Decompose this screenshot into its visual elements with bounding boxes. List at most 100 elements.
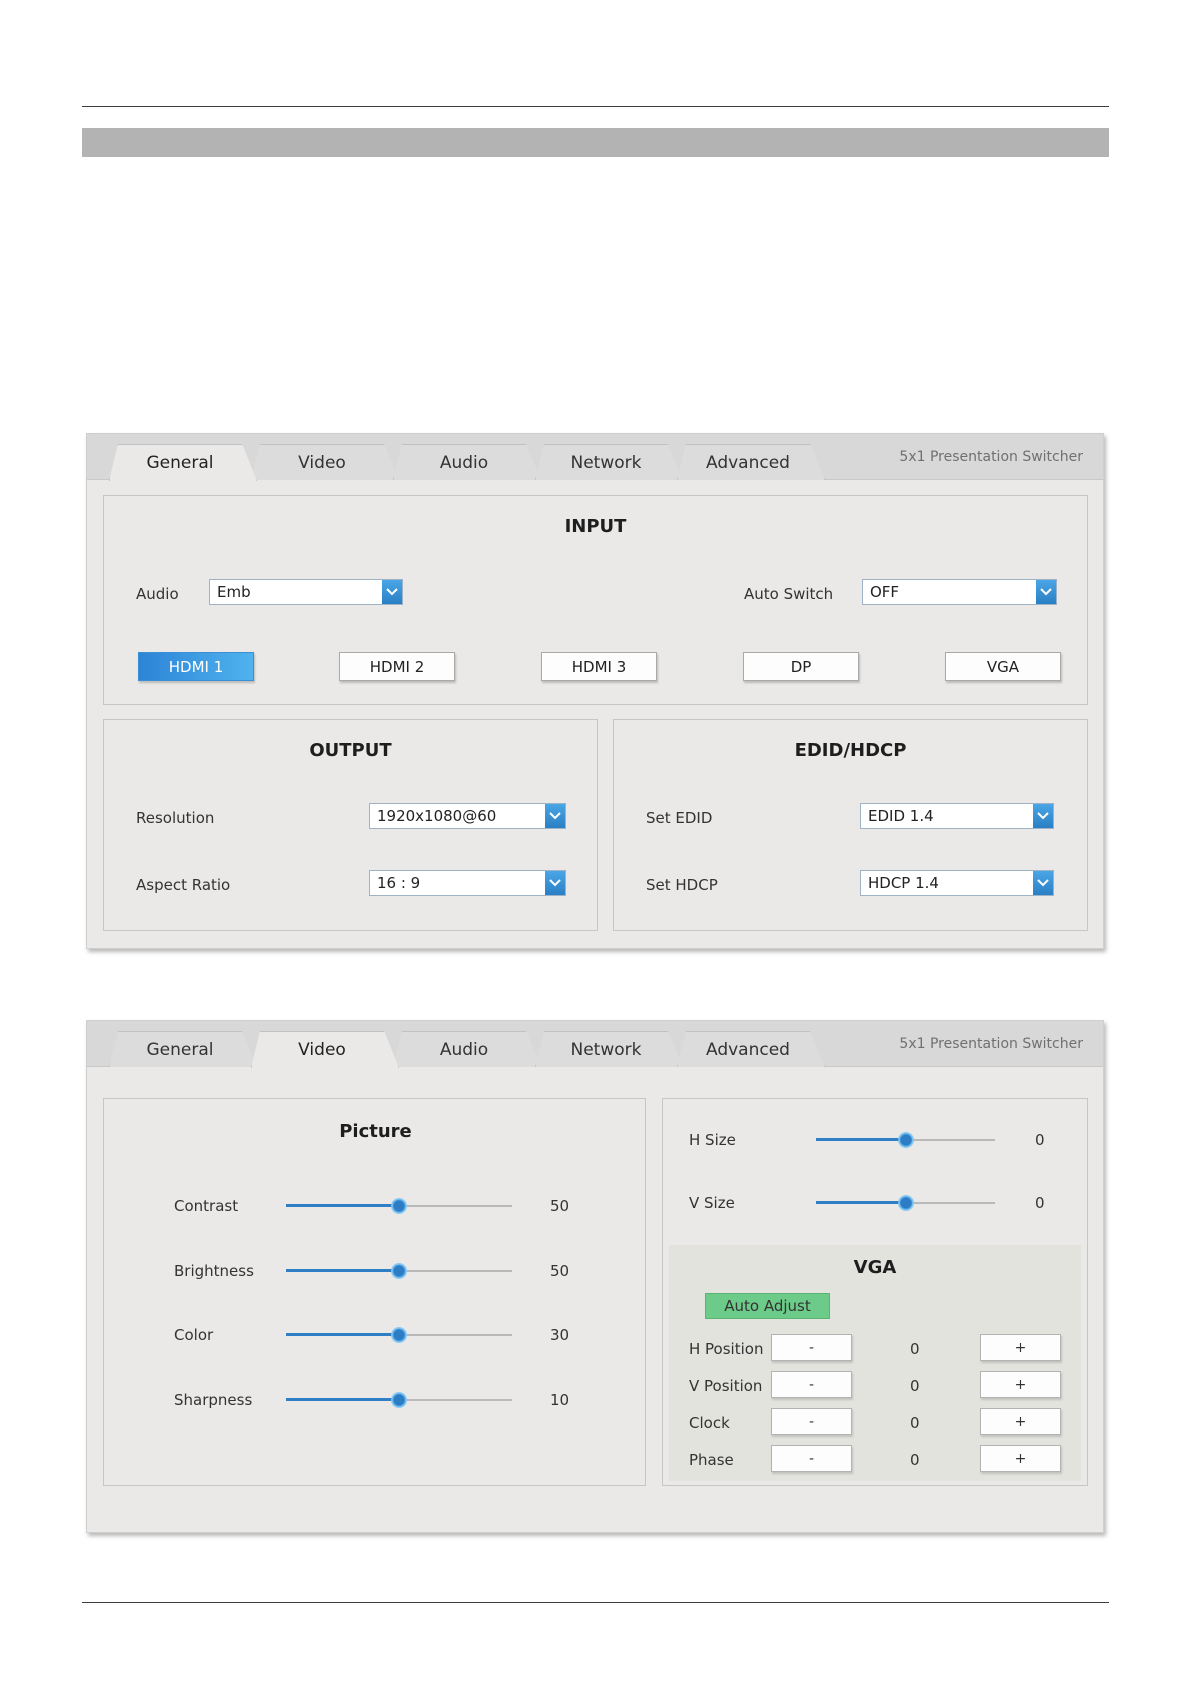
v-position-minus-button[interactable]: - bbox=[771, 1371, 852, 1398]
edid-hdcp-section: EDID/HDCP Set EDID EDID 1.4 Set HDCP HDC… bbox=[613, 719, 1088, 931]
slider-fill bbox=[286, 1333, 399, 1336]
product-name: 5x1 Presentation Switcher bbox=[899, 1036, 1083, 1052]
color-slider[interactable] bbox=[286, 1326, 512, 1344]
v-position-plus-button[interactable]: + bbox=[980, 1371, 1061, 1398]
source-button-dp[interactable]: DP bbox=[743, 652, 859, 681]
tab-bar: General Video Audio Network Advanced 5x1… bbox=[87, 434, 1103, 481]
chevron-down-icon[interactable] bbox=[1033, 804, 1053, 828]
set-hdcp-label: Set HDCP bbox=[646, 876, 718, 894]
resolution-select-value: 1920x1080@60 bbox=[377, 807, 497, 825]
slider-handle[interactable] bbox=[391, 1327, 407, 1343]
slider-fill bbox=[816, 1201, 906, 1204]
header-rule bbox=[82, 106, 1109, 107]
phase-label: Phase bbox=[689, 1451, 734, 1469]
color-label: Color bbox=[174, 1326, 214, 1344]
sharpness-slider[interactable] bbox=[286, 1391, 512, 1409]
vga-subsection: VGA Auto Adjust H Position - 0 + V Posit… bbox=[669, 1245, 1081, 1481]
slider-fill bbox=[286, 1398, 399, 1401]
edid-hdcp-title: EDID/HDCP bbox=[794, 740, 907, 761]
tab-bar: General Video Audio Network Advanced 5x1… bbox=[87, 1021, 1103, 1068]
clock-plus-button[interactable]: + bbox=[980, 1408, 1061, 1435]
slider-handle[interactable] bbox=[391, 1263, 407, 1279]
brightness-slider[interactable] bbox=[286, 1262, 512, 1280]
tab-general[interactable]: General bbox=[109, 444, 257, 481]
phase-minus-button[interactable]: - bbox=[771, 1445, 852, 1472]
slider-fill bbox=[286, 1269, 399, 1272]
picture-section: Picture Contrast 50 Brightness 50 Color … bbox=[103, 1098, 646, 1486]
output-title: OUTPUT bbox=[309, 740, 392, 761]
tab-advanced[interactable]: Advanced bbox=[677, 1031, 825, 1067]
slider-handle[interactable] bbox=[391, 1198, 407, 1214]
product-name: 5x1 Presentation Switcher bbox=[899, 449, 1083, 465]
tab-network[interactable]: Network bbox=[535, 444, 683, 480]
set-hdcp-select[interactable]: HDCP 1.4 bbox=[860, 870, 1054, 896]
h-position-plus-button[interactable]: + bbox=[980, 1334, 1061, 1361]
tab-audio[interactable]: Audio bbox=[393, 1031, 541, 1067]
set-hdcp-select-value: HDCP 1.4 bbox=[868, 874, 939, 892]
h-position-value: 0 bbox=[910, 1340, 920, 1358]
input-title: INPUT bbox=[564, 516, 627, 537]
h-size-label: H Size bbox=[689, 1131, 736, 1149]
chevron-down-icon[interactable] bbox=[1033, 871, 1053, 895]
tab-video[interactable]: Video bbox=[251, 444, 399, 480]
chevron-down-icon[interactable] bbox=[382, 580, 402, 604]
set-edid-label: Set EDID bbox=[646, 809, 713, 827]
v-size-value: 0 bbox=[1035, 1194, 1045, 1212]
source-button-hdmi1[interactable]: HDMI 1 bbox=[138, 652, 254, 681]
slider-fill bbox=[816, 1138, 906, 1141]
resolution-label: Resolution bbox=[136, 809, 215, 827]
contrast-value: 50 bbox=[550, 1197, 570, 1215]
clock-minus-button[interactable]: - bbox=[771, 1408, 852, 1435]
picture-title: Picture bbox=[339, 1121, 412, 1142]
auto-switch-select[interactable]: OFF bbox=[862, 579, 1057, 605]
tab-advanced[interactable]: Advanced bbox=[677, 444, 825, 480]
v-size-slider[interactable] bbox=[816, 1194, 995, 1212]
phase-value: 0 bbox=[910, 1451, 920, 1469]
sharpness-label: Sharpness bbox=[174, 1391, 253, 1409]
chevron-down-icon[interactable] bbox=[545, 804, 565, 828]
audio-select-value: Emb bbox=[217, 583, 251, 601]
vga-title: VGA bbox=[853, 1257, 897, 1278]
auto-adjust-button[interactable]: Auto Adjust bbox=[705, 1293, 830, 1319]
tab-network[interactable]: Network bbox=[535, 1031, 683, 1067]
h-position-minus-button[interactable]: - bbox=[771, 1334, 852, 1361]
contrast-label: Contrast bbox=[174, 1197, 239, 1215]
output-section: OUTPUT Resolution 1920x1080@60 Aspect Ra… bbox=[103, 719, 598, 931]
source-button-hdmi2[interactable]: HDMI 2 bbox=[339, 652, 455, 681]
slider-handle[interactable] bbox=[897, 1132, 914, 1148]
v-size-label: V Size bbox=[689, 1194, 735, 1212]
sharpness-value: 10 bbox=[550, 1391, 570, 1409]
general-settings-panel: General Video Audio Network Advanced 5x1… bbox=[86, 433, 1104, 949]
auto-switch-select-value: OFF bbox=[870, 583, 900, 601]
audio-label: Audio bbox=[136, 585, 179, 603]
aspect-ratio-label: Aspect Ratio bbox=[136, 876, 231, 894]
source-button-vga[interactable]: VGA bbox=[945, 652, 1061, 681]
slider-fill bbox=[286, 1204, 399, 1207]
clock-value: 0 bbox=[910, 1414, 920, 1432]
chevron-down-icon[interactable] bbox=[545, 871, 565, 895]
tab-video[interactable]: Video bbox=[251, 1031, 399, 1068]
phase-plus-button[interactable]: + bbox=[980, 1445, 1061, 1472]
color-value: 30 bbox=[550, 1326, 570, 1344]
resolution-select[interactable]: 1920x1080@60 bbox=[369, 803, 566, 829]
slider-handle[interactable] bbox=[897, 1195, 914, 1211]
contrast-slider[interactable] bbox=[286, 1197, 512, 1215]
clock-label: Clock bbox=[689, 1414, 730, 1432]
size-vga-section: H Size 0 V Size 0 VGA Auto Adjust H Posi… bbox=[662, 1098, 1088, 1486]
section-title-bar bbox=[82, 128, 1109, 157]
aspect-ratio-select[interactable]: 16 : 9 bbox=[369, 870, 566, 896]
tab-audio[interactable]: Audio bbox=[393, 444, 541, 480]
chevron-down-icon[interactable] bbox=[1036, 580, 1056, 604]
audio-select[interactable]: Emb bbox=[209, 579, 403, 605]
v-position-value: 0 bbox=[910, 1377, 920, 1395]
set-edid-select[interactable]: EDID 1.4 bbox=[860, 803, 1054, 829]
tab-general[interactable]: General bbox=[109, 1031, 257, 1067]
brightness-label: Brightness bbox=[174, 1262, 254, 1280]
source-button-hdmi3[interactable]: HDMI 3 bbox=[541, 652, 657, 681]
h-size-slider[interactable] bbox=[816, 1131, 995, 1149]
auto-switch-label: Auto Switch bbox=[744, 585, 834, 603]
footer-rule bbox=[82, 1602, 1109, 1603]
slider-handle[interactable] bbox=[391, 1392, 407, 1408]
video-settings-panel: General Video Audio Network Advanced 5x1… bbox=[86, 1020, 1104, 1533]
h-size-value: 0 bbox=[1035, 1131, 1045, 1149]
